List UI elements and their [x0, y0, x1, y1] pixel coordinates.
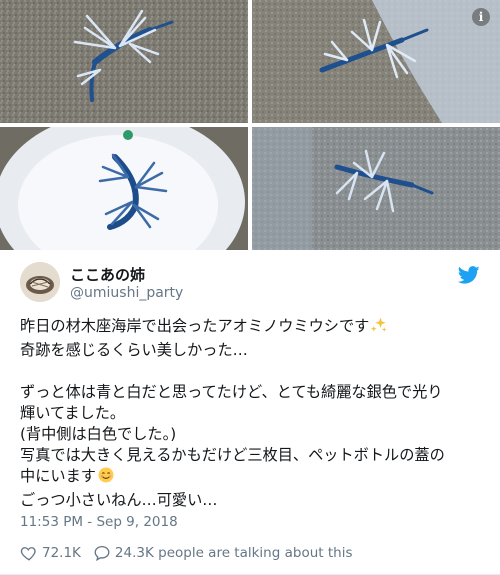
- smiling-face-emoji: [97, 466, 115, 490]
- tweet-card: i ここあの姉 @umiushi_party 昨日の材木座海岸で出会ったアオミノ…: [0, 0, 500, 575]
- author-handle[interactable]: @umiushi_party: [70, 285, 183, 301]
- heart-icon: [20, 547, 36, 561]
- sparkles-emoji: [370, 316, 388, 340]
- photo-4[interactable]: [252, 127, 500, 250]
- info-icon[interactable]: i: [472, 8, 490, 26]
- photo-3[interactable]: [0, 127, 248, 250]
- text-line: ごっつ小さいねん…可愛い…: [20, 491, 218, 509]
- like-count: 72.1K: [42, 545, 81, 561]
- conversation-link[interactable]: 24.3K people are talking about this: [93, 544, 353, 562]
- tweet-text: 昨日の材木座海岸で出会ったアオミノウミウシです 奇跡を感じるくらい美しかった… …: [20, 316, 480, 532]
- text-line: 写真では大きく見えるかもだけど三枚目、ペットボトルの蓋の: [20, 446, 445, 464]
- photo-2[interactable]: i: [252, 0, 500, 123]
- text-line: 奇跡を感じるくらい美しかった…: [20, 341, 248, 359]
- tweet-header: ここあの姉 @umiushi_party: [20, 262, 480, 306]
- text-line: (背中側は白色でした。): [20, 425, 177, 443]
- like-button[interactable]: 72.1K: [20, 544, 81, 562]
- photo-grid: i: [0, 0, 500, 250]
- twitter-bird-icon[interactable]: [457, 264, 480, 286]
- text-line: 中にいます: [20, 467, 96, 485]
- photo-1[interactable]: [0, 0, 248, 123]
- tweet-actions: 72.1K 24.3K people are talking about thi…: [20, 543, 364, 563]
- paragraph-2: ずっと体は青と白だと思ってたけど、とても綺麗な銀色で光り 輝いてました。 (背中…: [20, 382, 480, 511]
- text-line: 輝いてました。: [20, 404, 126, 422]
- comment-bubble-icon: [94, 545, 110, 562]
- text-line: 昨日の材木座海岸で出会ったアオミノウミウシです: [20, 317, 370, 335]
- timestamp-link[interactable]: 11:53 PM - Sep 9, 2018: [20, 514, 178, 530]
- avatar[interactable]: [20, 262, 60, 302]
- text-line: ずっと体は青と白だと思ってたけど、とても綺麗な銀色で光り: [20, 383, 443, 401]
- conversation-text: 24.3K people are talking about this: [114, 545, 353, 561]
- paragraph-1: 昨日の材木座海岸で出会ったアオミノウミウシです 奇跡を感じるくらい美しかった…: [20, 316, 480, 361]
- author-name[interactable]: ここあの姉: [70, 264, 145, 285]
